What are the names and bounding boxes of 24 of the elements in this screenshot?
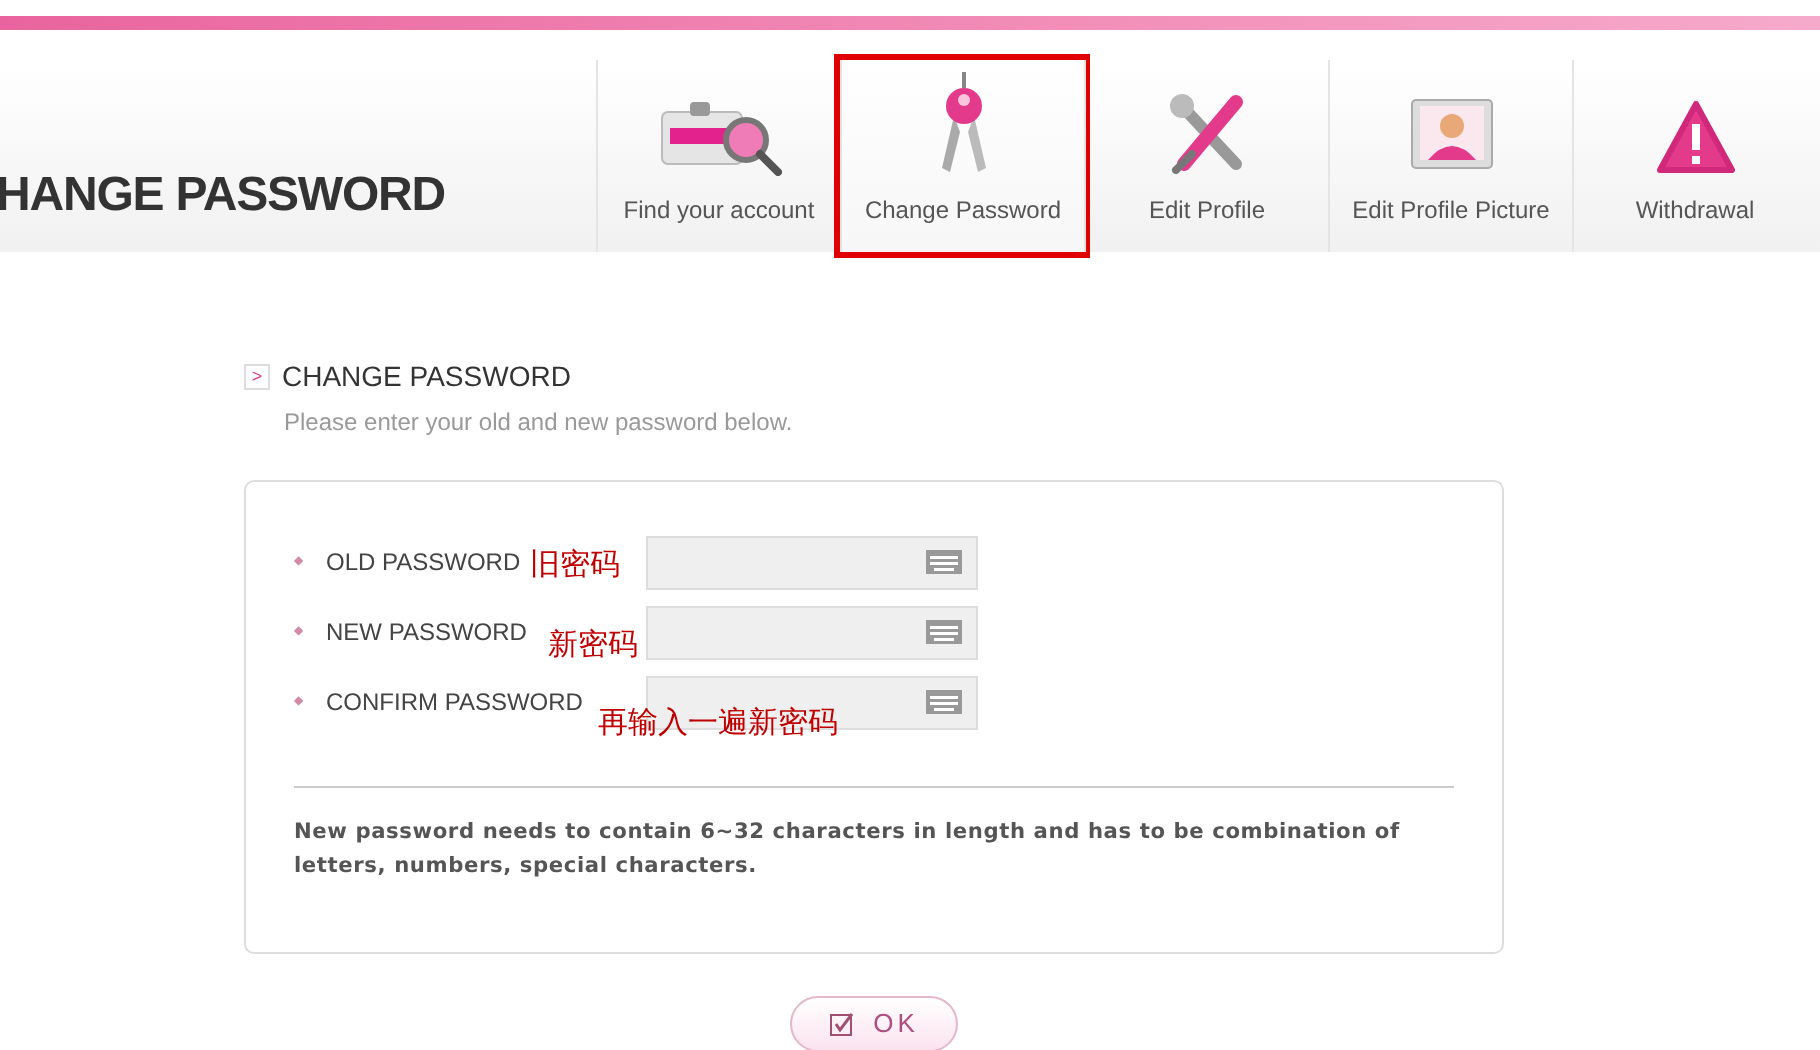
ok-button[interactable]: OK <box>790 996 958 1050</box>
nav-tab[interactable]: Find your account <box>596 60 840 252</box>
password-field[interactable] <box>646 605 978 659</box>
keyboard-icon[interactable] <box>926 690 962 714</box>
nav-tab[interactable]: Edit Profile Picture <box>1328 60 1572 252</box>
section-title: CHANGE PASSWORD <box>282 358 571 396</box>
keyboard-icon[interactable] <box>926 550 962 574</box>
keyboard-icon[interactable] <box>926 620 962 644</box>
magnifier-card-icon <box>657 96 781 176</box>
nav-tab[interactable]: Change Password <box>840 60 1084 252</box>
checkbox-icon <box>829 1012 854 1036</box>
section-subtitle: Please enter your old and new password below. <box>284 406 795 440</box>
nav-tab[interactable]: Edit Profile <box>1084 60 1328 252</box>
annotation-text: 再输入一遍新密码 <box>598 704 838 744</box>
password-field[interactable] <box>646 535 978 589</box>
field-label: CONFIRM PASSWORD <box>326 686 583 720</box>
password-rule-text: New password needs to contain 6~32 characters in length and has to be combination of letters, numbers, special characters. <box>294 818 1402 882</box>
annotation-text: 旧密码 <box>530 546 620 586</box>
field-label: OLD PASSWORD <box>326 546 521 580</box>
nav-tab[interactable]: Withdrawal <box>1572 60 1816 252</box>
annotation-text: 新密码 <box>548 626 638 666</box>
field-label: NEW PASSWORD <box>326 616 527 650</box>
warning-icon <box>1655 100 1735 176</box>
wrench-screwdriver-icon <box>1167 92 1247 176</box>
